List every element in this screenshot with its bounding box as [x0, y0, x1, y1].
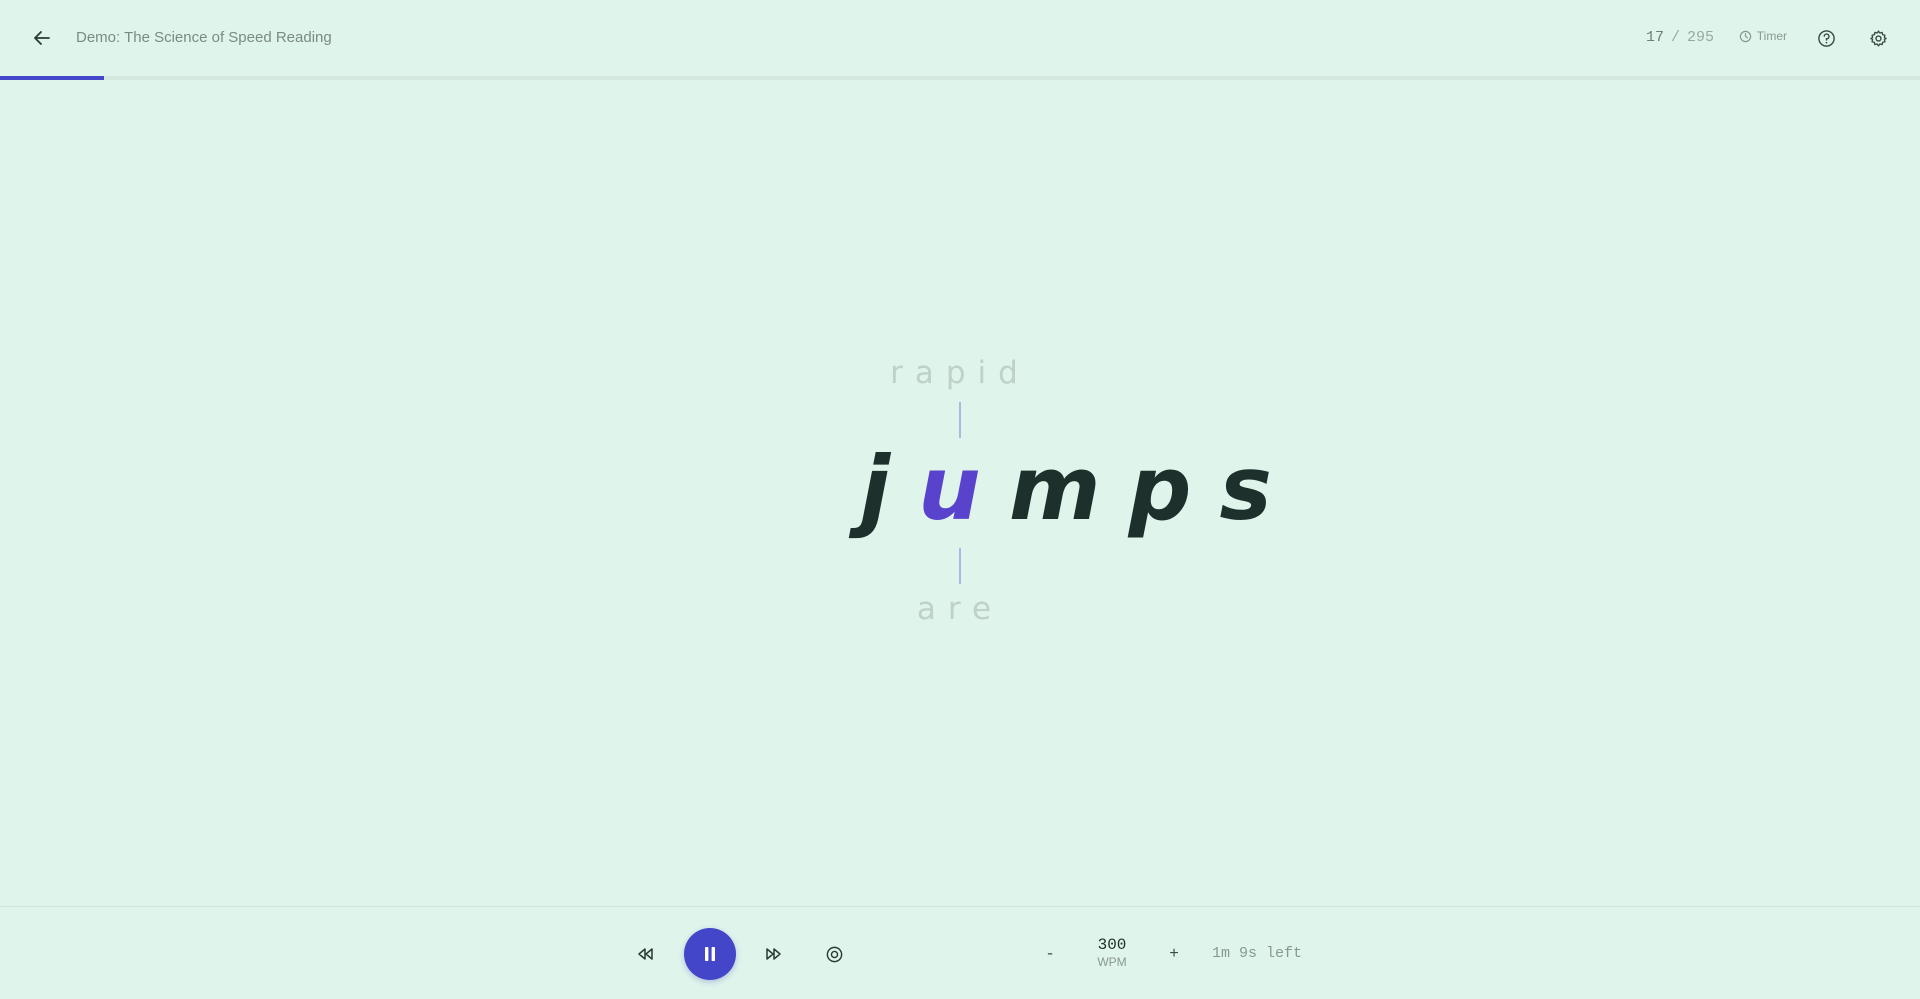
wpm-unit: WPM [1097, 955, 1127, 969]
current-word-start: j [860, 437, 919, 540]
fast-forward-icon [766, 948, 781, 960]
current-word-pivot-letter: u [918, 437, 1009, 540]
pause-button[interactable] [684, 928, 736, 980]
playback-bar [0, 906, 1920, 999]
gear-icon [1869, 29, 1887, 47]
fast-forward-button[interactable] [761, 942, 787, 966]
current-word-end: mps [1008, 437, 1300, 540]
time-remaining: 1m 9s left [1212, 945, 1303, 962]
decrease-wpm-button[interactable]: - [1040, 942, 1060, 966]
help-circle-icon [1817, 29, 1835, 47]
reading-progress-bar [0, 76, 1920, 80]
rewind-icon [638, 948, 653, 960]
wpm-display: 300 WPM [1090, 936, 1134, 969]
clock-icon [1739, 30, 1751, 42]
document-title: Demo: The Science of Speed Reading [76, 29, 332, 46]
current-word: jumps [860, 437, 1300, 540]
previous-word: rapid [890, 355, 1030, 391]
word-total: 295 [1686, 29, 1714, 46]
help-button[interactable] [1812, 24, 1840, 52]
pause-icon [705, 947, 715, 961]
settings-button[interactable] [1864, 24, 1892, 52]
focus-guide-top [959, 402, 961, 438]
increase-wpm-button[interactable]: + [1164, 942, 1184, 966]
focus-guide-bottom [959, 548, 961, 584]
timer-label: Timer [1756, 29, 1787, 43]
next-word: are [916, 591, 1004, 627]
word-index: 17 [1645, 29, 1664, 46]
top-bar: Demo: The Science of Speed Reading 17 / … [0, 0, 1920, 80]
counter-separator: / [1670, 29, 1680, 46]
target-icon [826, 946, 842, 962]
rewind-button[interactable] [632, 942, 658, 966]
focus-mode-button[interactable] [821, 941, 847, 967]
back-button[interactable] [28, 24, 56, 52]
word-counter: 17 / 295 [1646, 29, 1714, 46]
arrow-left-icon [34, 31, 50, 45]
wpm-value: 300 [1097, 936, 1127, 954]
reading-progress-fill [0, 76, 104, 80]
timer-button[interactable]: Timer [1739, 29, 1787, 43]
